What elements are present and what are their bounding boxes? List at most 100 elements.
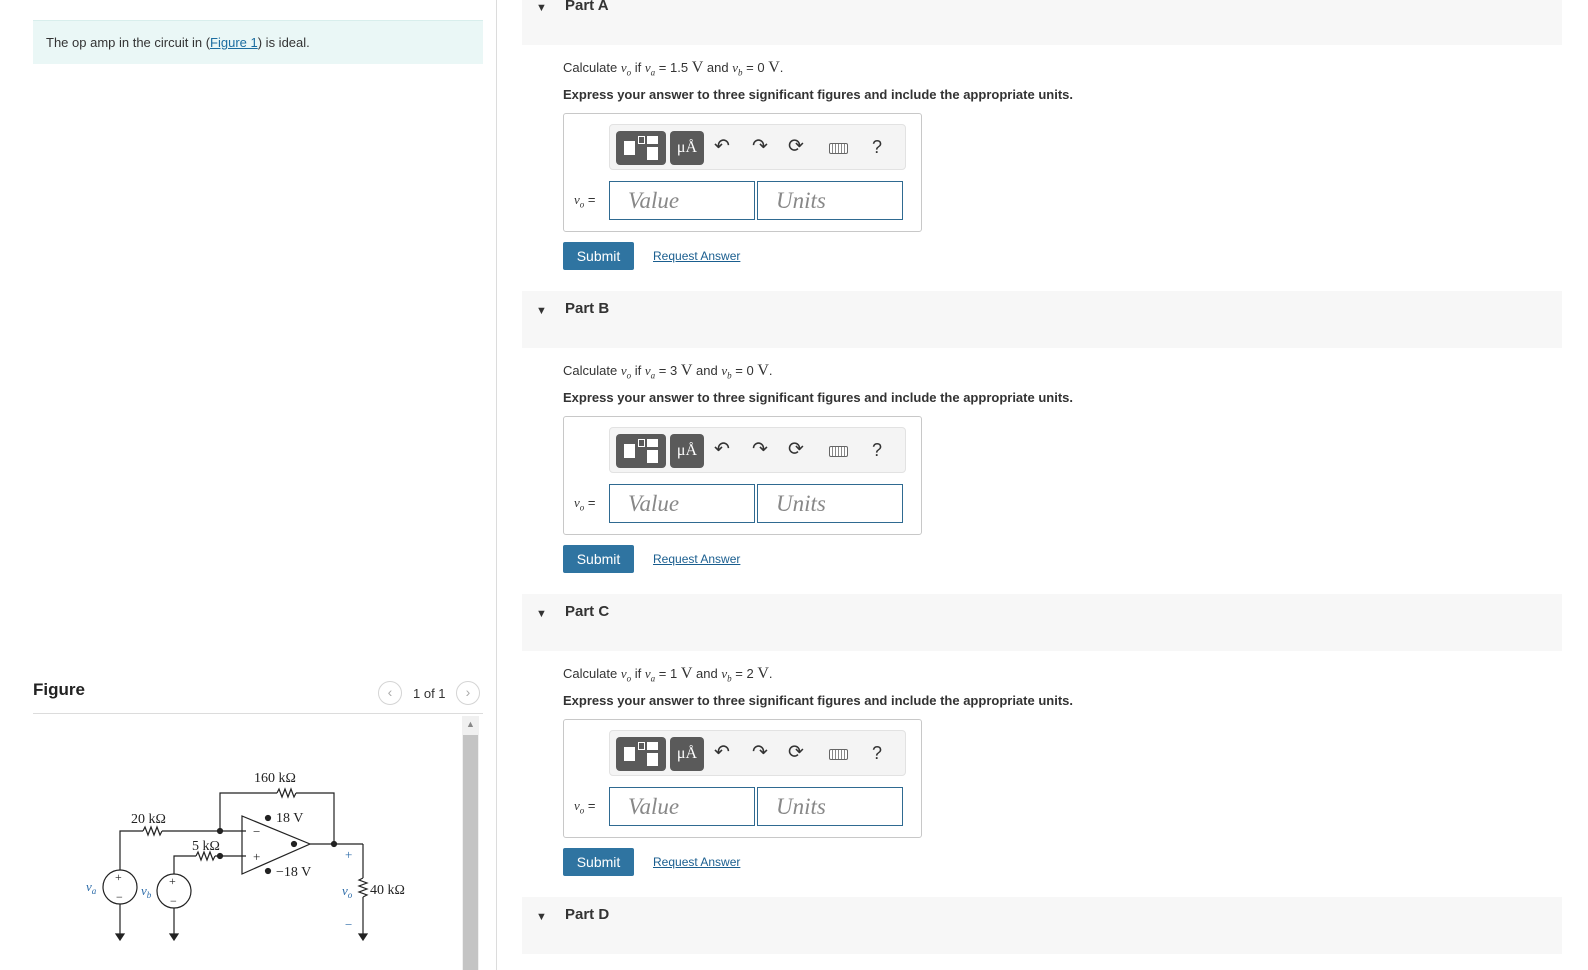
answer-label: vo = bbox=[574, 798, 596, 816]
ground-arrow-b bbox=[168, 933, 180, 942]
r-a-label: 20 kΩ bbox=[131, 812, 166, 827]
units-icon[interactable]: μÅ bbox=[670, 737, 704, 771]
submit-button[interactable]: Submit bbox=[563, 848, 634, 876]
instruction-text: Express your answer to three significant… bbox=[563, 390, 1073, 405]
vb-top-wire bbox=[173, 855, 196, 874]
instruction-text: Express your answer to three significant… bbox=[563, 87, 1073, 102]
supply-neg-dot bbox=[264, 867, 272, 875]
question-text: Calculate vo if va = 1.5 V and vb = 0 V. bbox=[563, 59, 784, 78]
scroll-up-arrow-icon[interactable]: ▲ bbox=[462, 716, 479, 733]
collapse-triangle-icon[interactable]: ▼ bbox=[536, 608, 547, 620]
part-header-c[interactable]: ▼ Part C bbox=[522, 594, 1562, 651]
ra-resistor bbox=[142, 825, 163, 837]
vb-label: vb bbox=[141, 883, 152, 900]
r-b-label: 5 kΩ bbox=[192, 839, 220, 854]
templates-icon[interactable] bbox=[616, 131, 666, 165]
part-header-a[interactable]: ▼ Part A bbox=[522, 0, 1562, 45]
r-feedback-label: 160 kΩ bbox=[254, 771, 296, 786]
answer-box: μÅ ↶ ↷ ⟳ ? vo = Value Units bbox=[563, 416, 922, 535]
feedback-wire bbox=[219, 792, 277, 831]
units-input[interactable]: Units bbox=[757, 181, 903, 220]
op-amp-circuit-diagram: 160 kΩ 20 kΩ 5 kΩ − + 18 V −18 V 40 kΩ +… bbox=[86, 771, 405, 942]
answer-label: vo = bbox=[574, 495, 596, 513]
figure-link[interactable]: Figure 1 bbox=[210, 35, 258, 50]
va-minus: − bbox=[116, 890, 123, 904]
opamp-plus: + bbox=[253, 849, 260, 864]
answer-box: μÅ ↶ ↷ ⟳ ? vo = Value Units bbox=[563, 113, 922, 232]
chevron-left-icon: ‹ bbox=[387, 684, 393, 700]
undo-icon[interactable]: ↶ bbox=[714, 742, 730, 764]
feedback-resistor bbox=[276, 787, 297, 799]
reset-icon[interactable]: ⟳ bbox=[788, 136, 804, 158]
request-answer-link[interactable]: Request Answer bbox=[653, 855, 740, 869]
figure-title: Figure bbox=[33, 680, 85, 699]
supply-pos-dot bbox=[264, 814, 272, 822]
answer-box: μÅ ↶ ↷ ⟳ ? vo = Value Units bbox=[563, 719, 922, 838]
ground-arrow-a bbox=[114, 933, 126, 942]
va-plus: + bbox=[115, 870, 122, 884]
part-header-b[interactable]: ▼ Part B bbox=[522, 291, 1562, 348]
help-icon[interactable]: ? bbox=[872, 743, 882, 764]
va-top-wire bbox=[119, 830, 143, 870]
units-icon[interactable]: μÅ bbox=[670, 131, 704, 165]
part-title: Part B bbox=[565, 300, 610, 317]
vo-minus: − bbox=[345, 917, 352, 932]
keyboard-icon[interactable] bbox=[829, 749, 848, 760]
redo-icon[interactable]: ↷ bbox=[752, 136, 768, 158]
help-icon[interactable]: ? bbox=[872, 137, 882, 158]
math-toolbar: μÅ ↶ ↷ ⟳ ? bbox=[609, 427, 906, 473]
vb-minus: − bbox=[170, 894, 177, 908]
load-resistor bbox=[357, 877, 369, 898]
templates-icon[interactable] bbox=[616, 737, 666, 771]
instruction-text: Express your answer to three significant… bbox=[563, 693, 1073, 708]
keyboard-icon[interactable] bbox=[829, 446, 848, 457]
figure-divider bbox=[33, 713, 483, 714]
submit-button[interactable]: Submit bbox=[563, 545, 634, 573]
node-out bbox=[330, 840, 338, 848]
units-input[interactable]: Units bbox=[757, 787, 903, 826]
r-load-label: 40 kΩ bbox=[370, 883, 405, 898]
part-header-d[interactable]: ▼ Part D bbox=[522, 897, 1562, 954]
collapse-triangle-icon[interactable]: ▼ bbox=[536, 305, 547, 317]
answer-label: vo = bbox=[574, 192, 596, 210]
node-inv bbox=[216, 827, 224, 835]
scrollbar-thumb[interactable] bbox=[463, 735, 478, 970]
vb-plus: + bbox=[169, 874, 176, 888]
reset-icon[interactable]: ⟳ bbox=[788, 439, 804, 461]
opamp-minus: − bbox=[253, 824, 260, 839]
value-input[interactable]: Value bbox=[609, 484, 755, 523]
problem-intro: The op amp in the circuit in (Figure 1) … bbox=[33, 20, 483, 64]
reset-icon[interactable]: ⟳ bbox=[788, 742, 804, 764]
part-title: Part A bbox=[565, 0, 609, 14]
math-toolbar: μÅ ↶ ↷ ⟳ ? bbox=[609, 730, 906, 776]
request-answer-link[interactable]: Request Answer bbox=[653, 552, 740, 566]
request-answer-link[interactable]: Request Answer bbox=[653, 249, 740, 263]
intro-text-after: ) is ideal. bbox=[257, 35, 310, 50]
redo-icon[interactable]: ↷ bbox=[752, 742, 768, 764]
units-input[interactable]: Units bbox=[757, 484, 903, 523]
supply-pos-label: 18 V bbox=[276, 811, 303, 826]
undo-icon[interactable]: ↶ bbox=[714, 136, 730, 158]
redo-icon[interactable]: ↷ bbox=[752, 439, 768, 461]
figure-counter: 1 of 1 bbox=[413, 686, 446, 701]
question-text: Calculate vo if va = 3 V and vb = 0 V. bbox=[563, 362, 773, 381]
vo-plus: + bbox=[345, 847, 352, 862]
collapse-triangle-icon[interactable]: ▼ bbox=[536, 2, 547, 14]
vo-label: vo bbox=[342, 883, 353, 900]
part-title: Part C bbox=[565, 603, 610, 620]
help-icon[interactable]: ? bbox=[872, 440, 882, 461]
keyboard-icon[interactable] bbox=[829, 143, 848, 154]
units-icon[interactable]: μÅ bbox=[670, 434, 704, 468]
figure-prev-button[interactable]: ‹ bbox=[378, 681, 402, 705]
va-label: va bbox=[86, 879, 97, 896]
left-panel: The op amp in the circuit in (Figure 1) … bbox=[0, 0, 497, 970]
templates-icon[interactable] bbox=[616, 434, 666, 468]
value-input[interactable]: Value bbox=[609, 787, 755, 826]
collapse-triangle-icon[interactable]: ▼ bbox=[536, 911, 547, 923]
figure-next-button[interactable]: › bbox=[456, 681, 480, 705]
submit-button[interactable]: Submit bbox=[563, 242, 634, 270]
node-noninv bbox=[216, 852, 224, 860]
value-input[interactable]: Value bbox=[609, 181, 755, 220]
intro-text-before: The op amp in the circuit in ( bbox=[46, 35, 211, 50]
undo-icon[interactable]: ↶ bbox=[714, 439, 730, 461]
